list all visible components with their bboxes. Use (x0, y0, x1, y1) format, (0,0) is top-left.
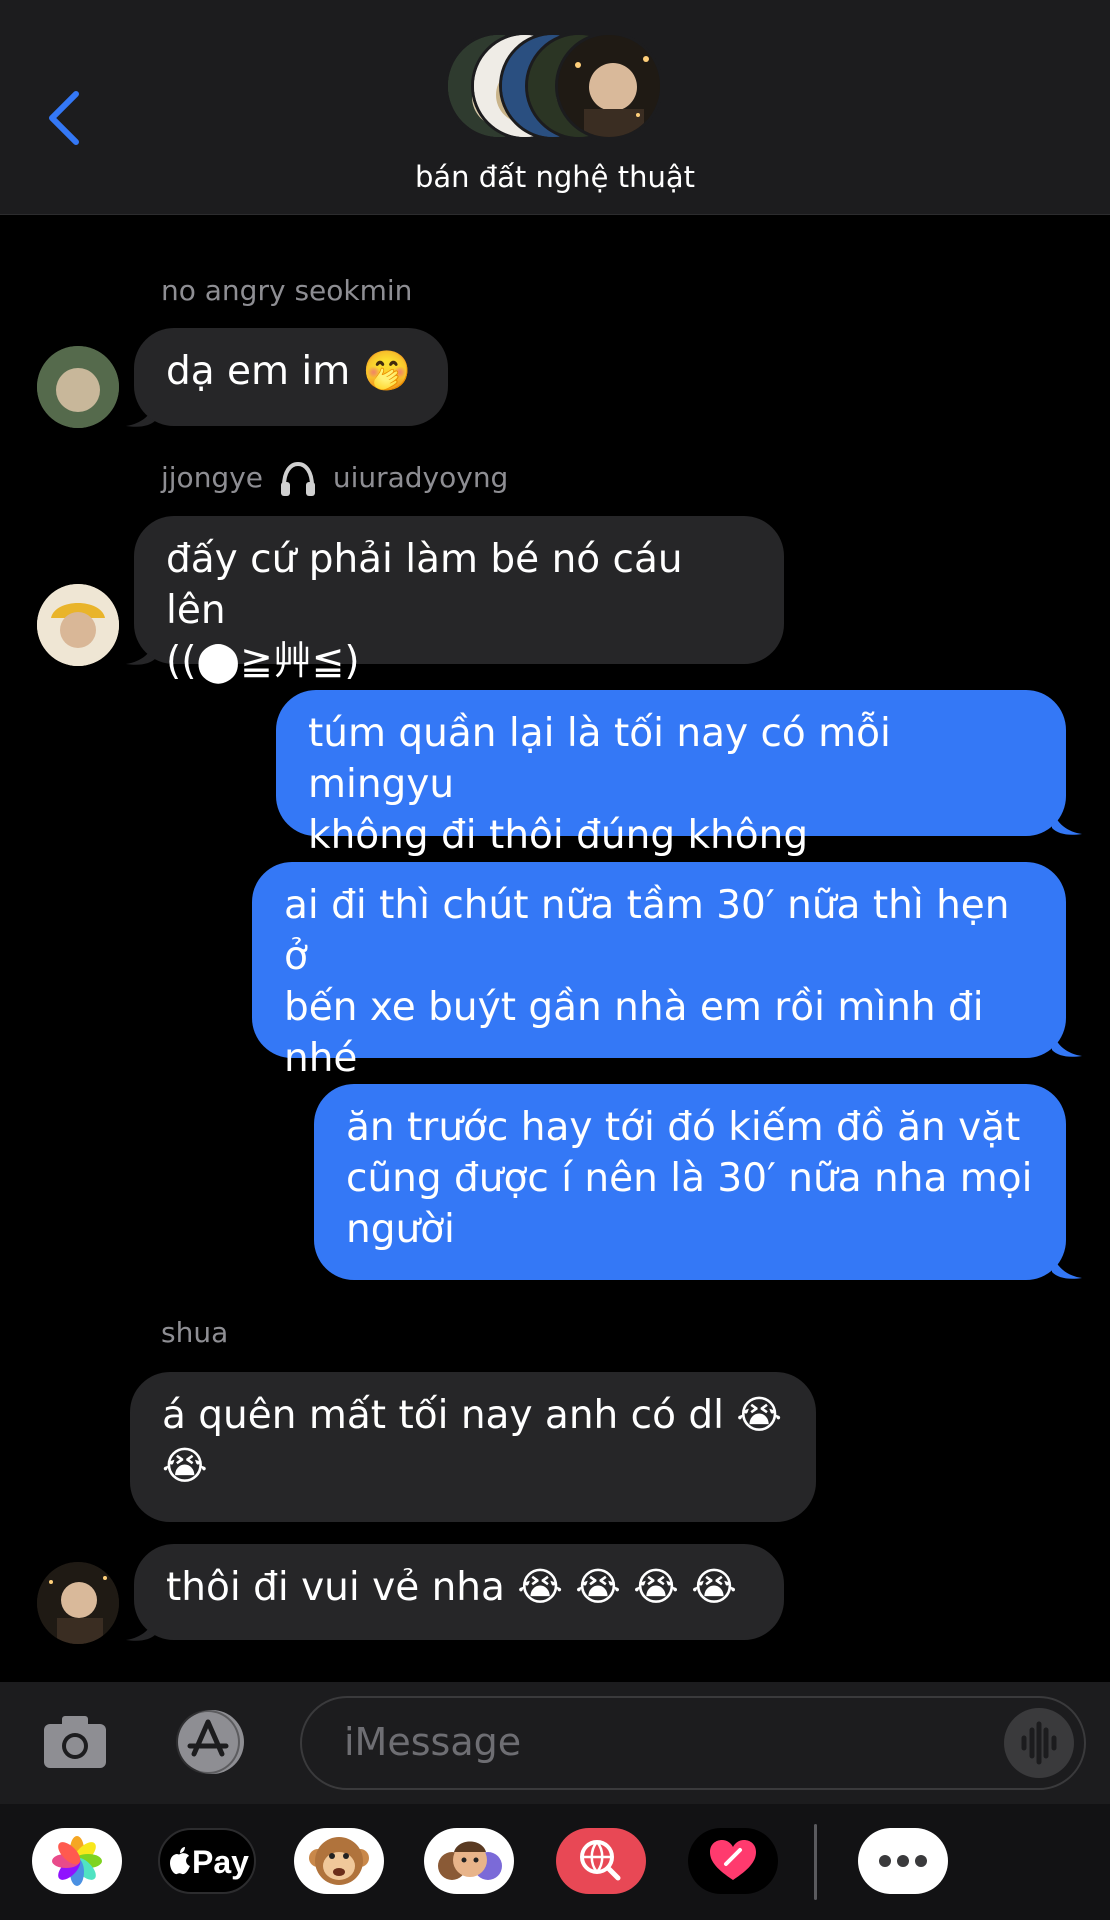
incoming-message[interactable]: thôi đi vui vẻ nha 😭 😭 😭 😭 (134, 1544, 784, 1640)
apple-logo-icon (170, 1847, 190, 1875)
photos-app-button[interactable] (32, 1828, 122, 1894)
group-name[interactable]: bán đất nghệ thuật (0, 160, 1110, 194)
sender-name: no angry seokmin (161, 274, 413, 307)
message-line: nhé (284, 1036, 358, 1081)
bubble-tail (1052, 1252, 1082, 1279)
app-store-button[interactable] (168, 1708, 256, 1776)
incoming-message[interactable]: á quên mất tối nay anh có dl 😭 😭 (130, 1372, 816, 1522)
sender-avatar[interactable] (37, 1562, 119, 1644)
message-line: túm quần lại là tối nay có mỗi mingyu (308, 711, 891, 807)
message-line: ai đi thì chút nữa tầm 30′ nữa thì hẹn ở (284, 883, 1010, 979)
memoji-app-button[interactable] (424, 1828, 514, 1894)
compose-bar: iMessage (0, 1682, 1110, 1804)
outgoing-message[interactable]: ai đi thì chút nữa tầm 30′ nữa thì hẹn ở… (252, 862, 1066, 1081)
message-input-placeholder: iMessage (344, 1720, 522, 1764)
digital-touch-app-button[interactable] (688, 1828, 778, 1894)
message-line: đấy cứ phải làm bé nó cáu lên (166, 537, 683, 633)
sender-avatar[interactable] (37, 346, 119, 428)
message-line: á quên mất tối nay anh có dl 😭 (162, 1393, 782, 1438)
bubble-tail (1052, 1030, 1082, 1057)
outgoing-message[interactable]: túm quần lại là tối nay có mỗi mingyu kh… (276, 690, 1066, 858)
memoji-faces-icon (438, 1841, 502, 1880)
incoming-message[interactable]: dạ em im 🤭 (134, 328, 448, 426)
apple-pay-label: Pay (192, 1844, 249, 1880)
message-input[interactable]: iMessage (300, 1696, 1086, 1790)
conversation-header: bán đất nghệ thuật (0, 0, 1110, 215)
heart-icon (710, 1840, 756, 1880)
sender-avatar[interactable] (37, 584, 119, 666)
app-drawer: Pay (0, 1804, 1110, 1920)
outgoing-message[interactable]: ăn trước hay tới đó kiếm đồ ăn vặt cũng … (314, 1084, 1066, 1280)
message-line: người (346, 1207, 455, 1252)
photos-icon (52, 1836, 102, 1886)
message-line: không đi thôi đúng không (308, 813, 809, 858)
waveform-icon (1021, 1721, 1057, 1765)
message-line: ((⬤≧艸≦) (166, 639, 360, 684)
ellipsis-icon (879, 1855, 927, 1867)
sender-name: shua (161, 1316, 229, 1349)
camera-icon[interactable] (42, 1712, 108, 1770)
bubble-tail (1052, 808, 1082, 835)
more-apps-button[interactable] (858, 1828, 948, 1894)
message-line: bến xe buýt gần nhà em rồi mình đi (284, 985, 984, 1030)
search-images-app-button[interactable] (556, 1828, 646, 1894)
drawer-divider (814, 1824, 817, 1900)
back-chevron-icon[interactable] (44, 88, 88, 148)
audio-message-button[interactable] (1004, 1708, 1074, 1778)
message-line: ăn trước hay tới đó kiếm đồ ăn vặt (346, 1105, 1021, 1150)
group-avatar-stack[interactable] (445, 32, 667, 144)
sender-name: jjongye (161, 461, 264, 494)
sender-name: uiuradyoyng (332, 461, 509, 494)
sender-name-group: jjongye uiuradyoyng (161, 460, 508, 498)
animoji-app-button[interactable] (294, 1828, 384, 1894)
app-store-icon (176, 1710, 244, 1774)
monkey-face-icon (309, 1837, 369, 1885)
incoming-message[interactable]: đấy cứ phải làm bé nó cáu lên ((⬤≧艸≦) (134, 516, 784, 684)
group-member-avatar (555, 32, 663, 140)
apple-pay-app-button[interactable]: Pay (158, 1828, 256, 1894)
globe-search-icon (580, 1840, 621, 1881)
headphones-icon (280, 461, 315, 496)
message-line: 😭 (162, 1444, 208, 1489)
message-line: cũng được í nên là 30′ nữa nha mọi (346, 1156, 1033, 1201)
